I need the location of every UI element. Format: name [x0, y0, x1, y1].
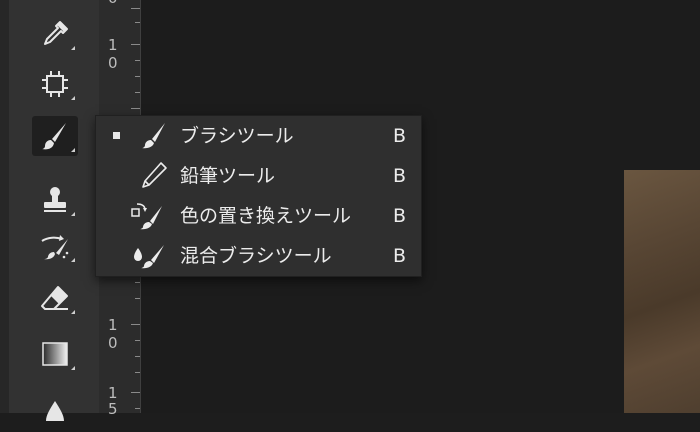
more-tools-indicator: [71, 96, 75, 100]
menu-item-shortcut: B: [393, 125, 407, 147]
drop-icon: [46, 401, 64, 421]
color-replacement-icon: [128, 200, 164, 232]
more-tools-indicator: [71, 310, 75, 314]
ruler-tick: [135, 340, 140, 341]
pencil-icon: [136, 160, 172, 192]
eraser-tool[interactable]: [32, 278, 78, 318]
gradient-tool[interactable]: [32, 334, 78, 374]
menu-item-brush-tool[interactable]: ブラシツール B: [96, 117, 421, 155]
ruler-tick: [131, 392, 140, 393]
gradient-icon: [42, 342, 68, 366]
history-brush-icon: [41, 235, 69, 260]
menu-item-mixer-brush-tool[interactable]: 混合ブラシツール B: [96, 237, 421, 275]
menu-item-color-replacement-tool[interactable]: 色の置き換えツール B: [96, 197, 421, 235]
more-tools-indicator: [71, 258, 75, 262]
menu-item-label: 鉛筆ツール: [180, 165, 276, 187]
ruler-tick: [131, 108, 140, 109]
ruler-label: 1: [108, 36, 118, 54]
menu-item-shortcut: B: [393, 245, 407, 267]
ruler-tick: [131, 324, 140, 325]
ruler-tick: [131, 44, 140, 45]
ruler-tick: [135, 60, 140, 61]
artboard-icon: [42, 71, 68, 97]
clone-stamp-icon: [44, 187, 66, 212]
ruler-label: 5: [108, 400, 118, 418]
ruler-label: 0: [108, 0, 120, 6]
canvas-image[interactable]: [624, 170, 700, 413]
menu-item-pencil-tool[interactable]: 鉛筆ツール B: [96, 157, 421, 195]
brush-tool[interactable]: [32, 116, 78, 156]
eyedropper-icon: [44, 21, 68, 45]
ruler-tick: [135, 372, 140, 373]
blur-tool[interactable]: [32, 392, 78, 432]
ruler-tick: [135, 356, 140, 357]
stamp-tool[interactable]: [32, 180, 78, 220]
more-tools-indicator: [71, 212, 75, 216]
tools-panel: [9, 0, 99, 421]
ruler-tick: [135, 22, 140, 23]
ruler-label: 1: [108, 384, 118, 402]
ruler-tick: [135, 282, 140, 283]
artboard-tool[interactable]: [32, 64, 78, 104]
eyedropper-tool[interactable]: [32, 14, 78, 54]
menu-item-shortcut: B: [393, 205, 407, 227]
more-tools-indicator: [71, 366, 75, 370]
ruler-label: 0: [108, 54, 118, 72]
menu-item-label: 混合ブラシツール: [180, 245, 332, 267]
window-edge: [0, 0, 9, 413]
brush-icon: [42, 123, 66, 150]
ruler-tick: [131, 8, 140, 9]
more-tools-indicator: [71, 148, 75, 152]
more-tools-indicator: [71, 46, 75, 50]
brush-icon: [136, 120, 172, 152]
mixer-brush-icon: [130, 240, 166, 272]
menu-item-shortcut: B: [393, 165, 407, 187]
ruler-label: 1: [108, 316, 118, 334]
eraser-icon: [41, 286, 68, 310]
history-brush-tool[interactable]: [32, 226, 78, 266]
menu-item-label: ブラシツール: [180, 125, 294, 147]
selected-indicator: [113, 132, 120, 139]
brush-tools-flyout-menu: ブラシツール B 鉛筆ツール B 色の置き換えツール B 混合ブラシツール B: [95, 115, 422, 277]
ruler-tick: [135, 76, 140, 77]
ruler-label: 0: [108, 334, 118, 352]
menu-item-label: 色の置き換えツール: [180, 205, 352, 227]
ruler-tick: [135, 298, 140, 299]
ruler-tick: [135, 92, 140, 93]
ruler-tick: [135, 408, 140, 409]
